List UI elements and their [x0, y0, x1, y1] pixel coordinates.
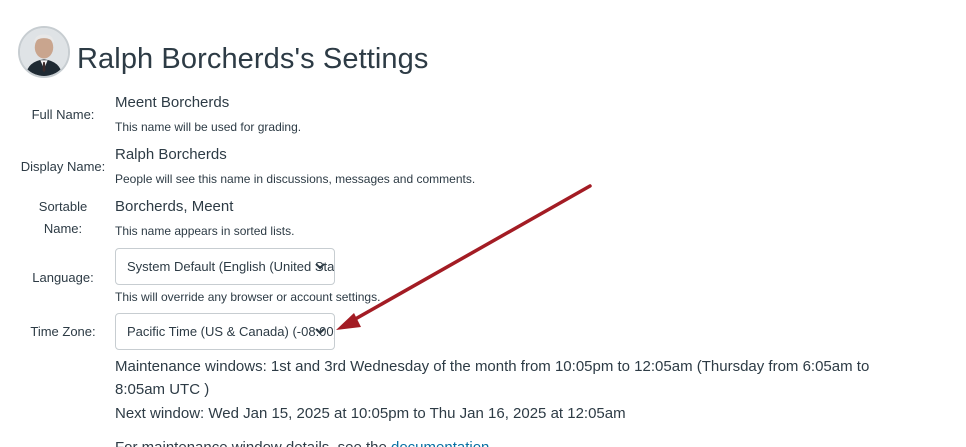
annotation-arrow-shaft [348, 184, 592, 324]
annotation-arrow-head [336, 313, 361, 330]
annotation-arrow [336, 184, 592, 330]
